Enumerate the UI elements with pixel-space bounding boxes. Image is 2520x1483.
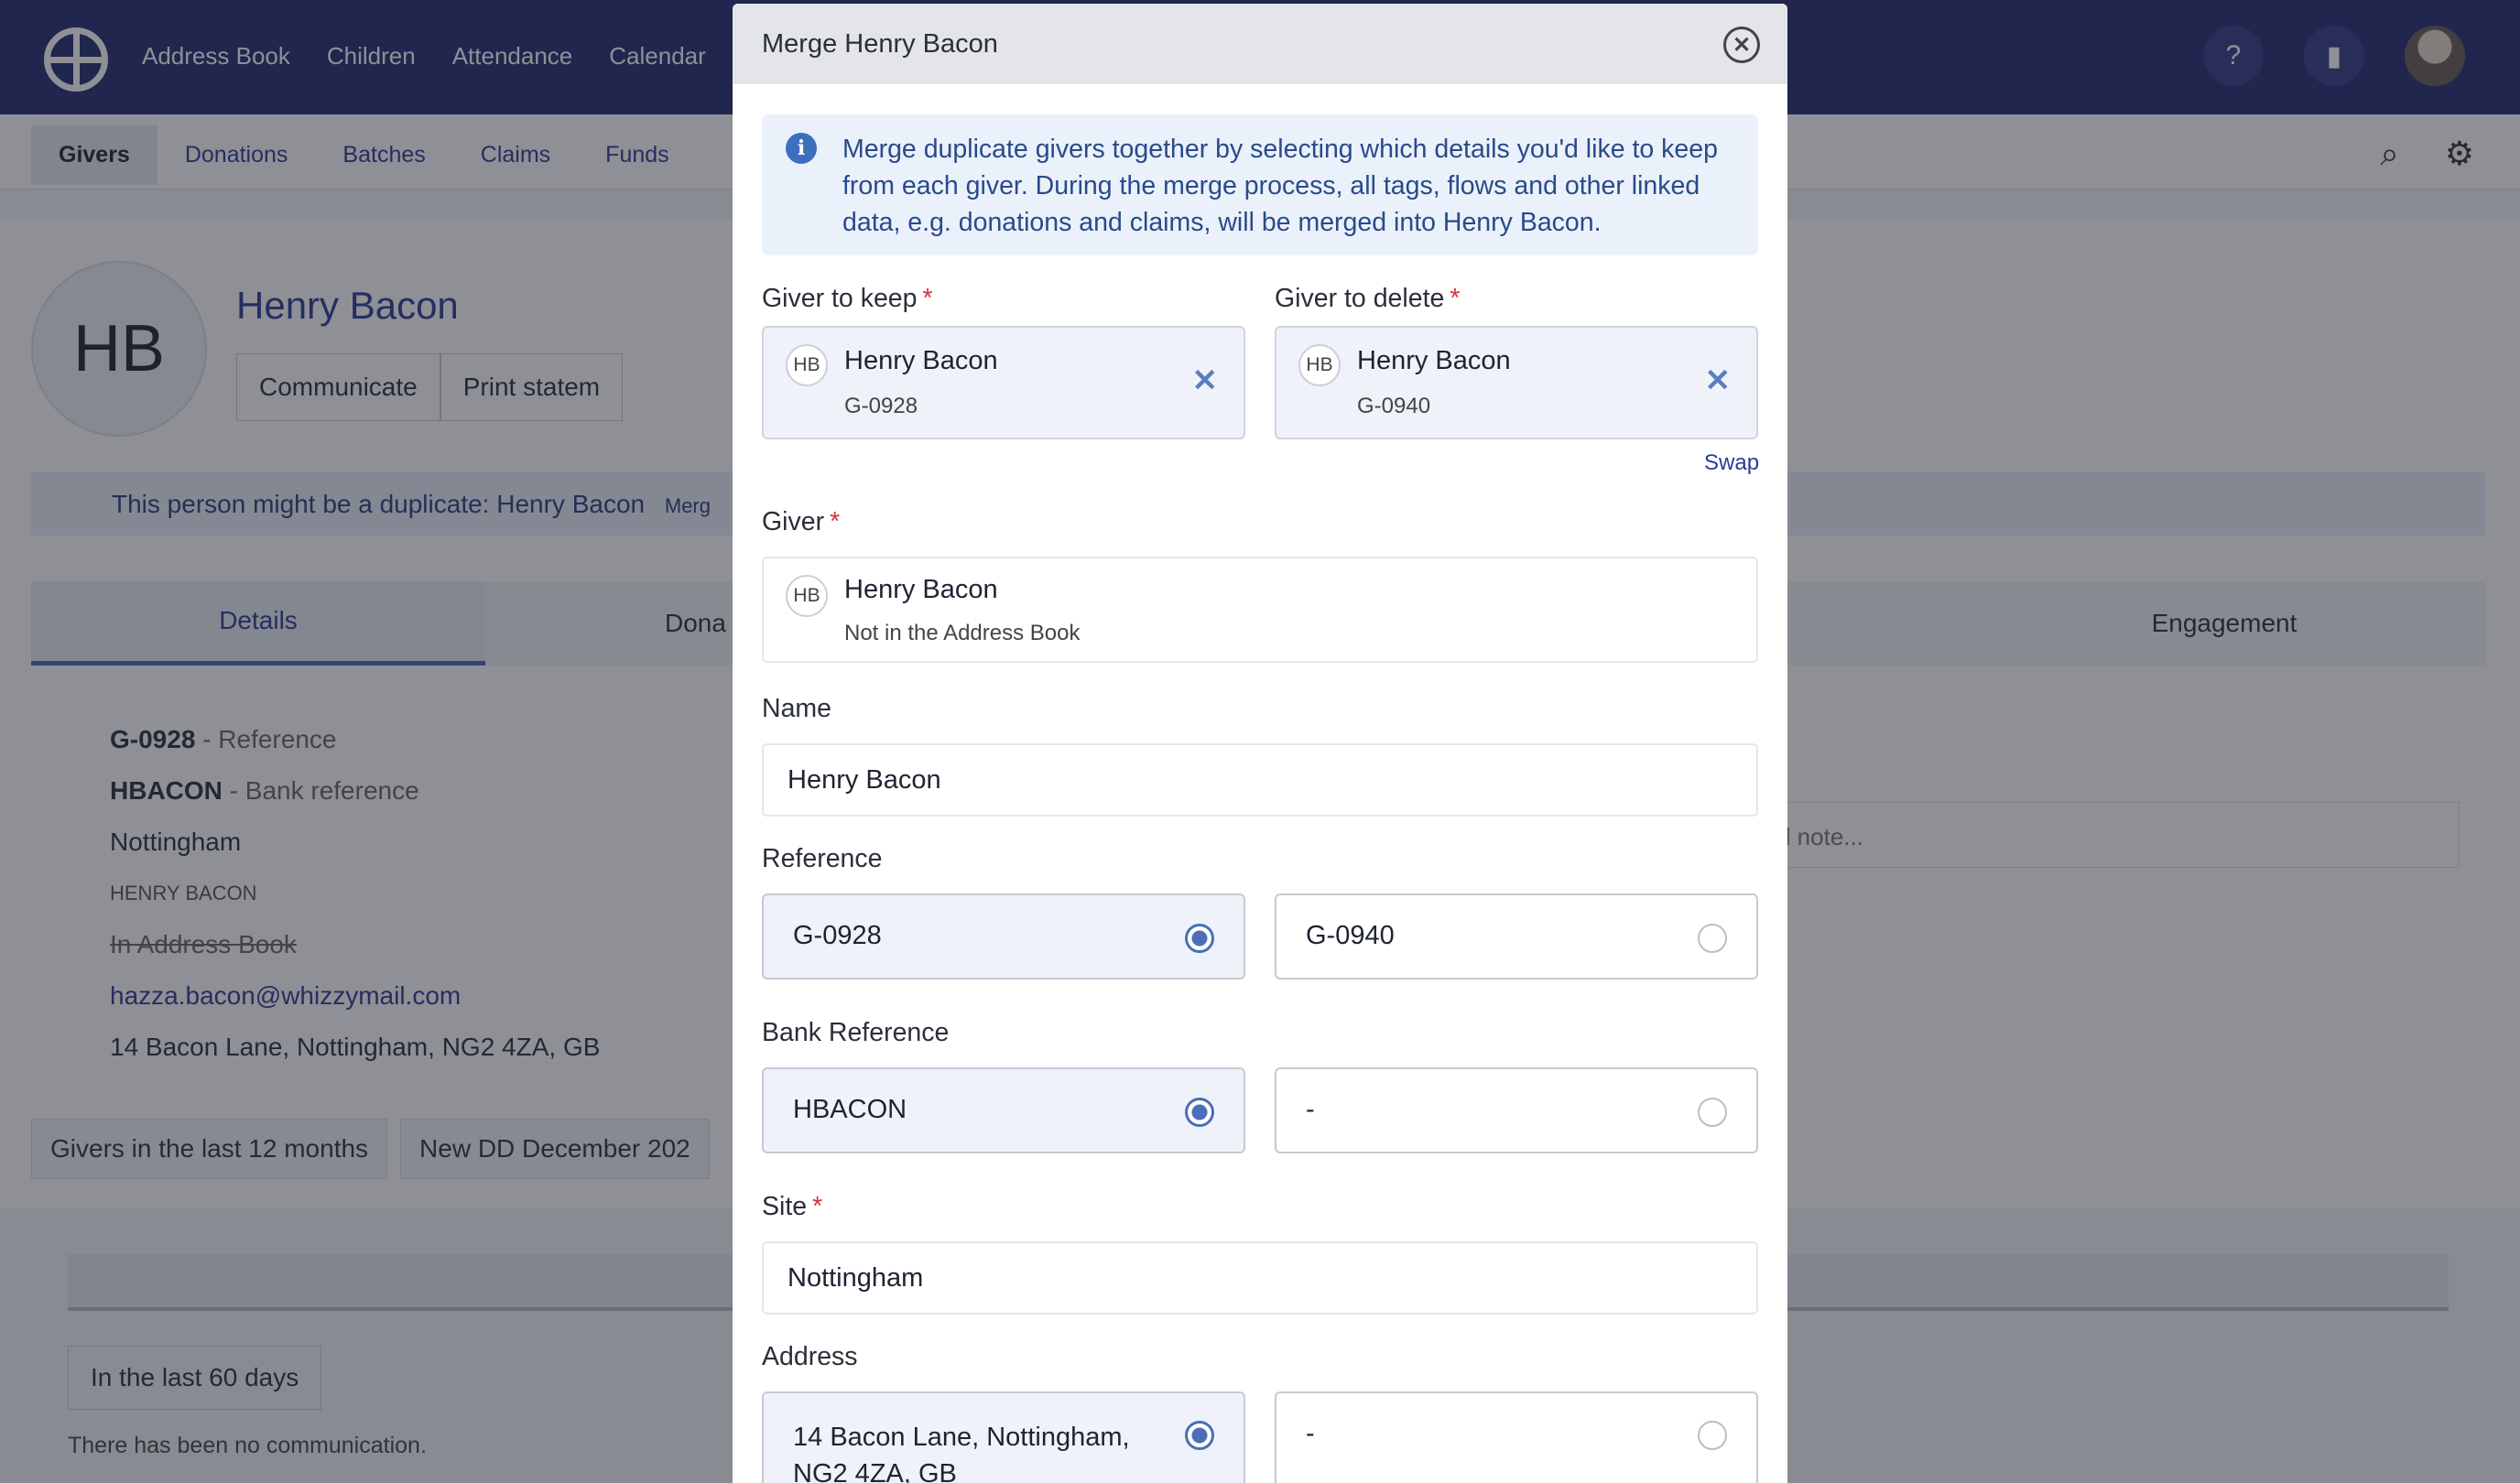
giver-to-keep-select[interactable]: HB Henry Bacon G-0928 ✕: [762, 326, 1245, 439]
reference-label: Reference: [762, 844, 883, 873]
radio-selected[interactable]: [1185, 1421, 1214, 1450]
avatar: HB: [1298, 344, 1341, 386]
bank-reference-label: Bank Reference: [762, 1018, 950, 1047]
reference-option-keep[interactable]: G-0928: [762, 893, 1245, 980]
giver-label: Giver *: [762, 507, 841, 536]
site-option[interactable]: Nottingham: [762, 1241, 1758, 1315]
giver-to-delete-select[interactable]: HB Henry Bacon G-0940 ✕: [1275, 326, 1758, 439]
radio-unselected[interactable]: [1698, 924, 1727, 953]
dialog-title: Merge Henry Bacon: [762, 29, 998, 59]
reference-value: G-0940: [1306, 921, 1395, 950]
name-option[interactable]: Henry Bacon: [762, 743, 1758, 817]
clear-icon[interactable]: ✕: [1192, 363, 1219, 399]
radio-unselected[interactable]: [1698, 1421, 1727, 1450]
radio-unselected[interactable]: [1698, 1098, 1727, 1127]
giver-name: Henry Bacon: [1357, 346, 1511, 375]
close-icon[interactable]: ✕: [1723, 27, 1760, 63]
info-icon: i: [786, 133, 817, 164]
reference-option-delete[interactable]: G-0940: [1275, 893, 1758, 980]
address-option-delete[interactable]: -: [1275, 1391, 1758, 1483]
clear-icon[interactable]: ✕: [1705, 363, 1732, 399]
info-banner: i Merge duplicate givers together by sel…: [762, 114, 1758, 255]
avatar: HB: [786, 575, 828, 617]
name-label: Name: [762, 694, 832, 723]
giver-option[interactable]: HB Henry Bacon Not in the Address Book: [762, 557, 1758, 663]
merge-dialog: Merge Henry Bacon ✕ i Merge duplicate gi…: [733, 4, 1787, 1483]
giver-status: Not in the Address Book: [844, 621, 1081, 645]
swap-link[interactable]: Swap: [1704, 450, 1759, 476]
giver-name: Henry Bacon: [844, 346, 998, 375]
bank-reference-value: -: [1306, 1095, 1315, 1124]
giver-to-delete-label: Giver to delete *: [1275, 284, 1461, 313]
address-value: 14 Bacon Lane, Nottingham, NG2 4ZA, GB: [793, 1423, 1130, 1483]
giver-name: Henry Bacon: [844, 575, 998, 604]
reference-value: G-0928: [793, 921, 882, 950]
info-text: Merge duplicate givers together by selec…: [842, 135, 1718, 237]
bank-reference-option-delete[interactable]: -: [1275, 1067, 1758, 1153]
address-label: Address: [762, 1342, 858, 1371]
site-value: Nottingham: [788, 1263, 924, 1293]
name-value: Henry Bacon: [788, 765, 941, 795]
avatar: HB: [786, 344, 828, 386]
site-label: Site *: [762, 1192, 823, 1221]
radio-selected[interactable]: [1185, 924, 1214, 953]
giver-to-keep-label: Giver to keep *: [762, 284, 933, 313]
bank-reference-option-keep[interactable]: HBACON: [762, 1067, 1245, 1153]
giver-reference: G-0940: [1357, 394, 1431, 418]
address-option-keep[interactable]: 14 Bacon Lane, Nottingham, NG2 4ZA, GB: [762, 1391, 1245, 1483]
giver-reference: G-0928: [844, 394, 918, 418]
address-value: -: [1306, 1419, 1315, 1448]
dialog-header: Merge Henry Bacon ✕: [733, 4, 1787, 84]
radio-selected[interactable]: [1185, 1098, 1214, 1127]
bank-reference-value: HBACON: [793, 1095, 907, 1124]
